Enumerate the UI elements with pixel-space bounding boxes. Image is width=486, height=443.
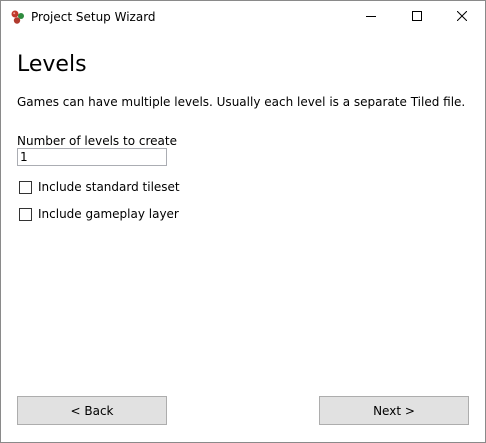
page-description: Games can have multiple levels. Usually … [17,95,466,109]
title-bar[interactable]: Project Setup Wizard [1,1,485,32]
minimize-button[interactable] [348,1,394,32]
include-gameplay-layer-checkbox[interactable] [19,207,32,221]
include-gameplay-layer-label[interactable]: Include gameplay layer [38,206,179,222]
page-title: Levels [17,52,87,77]
back-button[interactable]: < Back [17,396,167,425]
include-gameplay-layer-option[interactable]: Include gameplay layer [19,206,179,222]
include-standard-tileset-option[interactable]: Include standard tileset [19,179,180,195]
close-icon [456,10,468,24]
maximize-icon [412,10,422,24]
wizard-window: Project Setup Wizard Levels Games can ha… [0,0,486,443]
levels-count-input[interactable] [17,148,167,166]
app-icon [10,9,26,25]
maximize-button[interactable] [394,1,440,32]
minimize-icon [366,10,376,24]
window-title: Project Setup Wizard [31,10,156,24]
next-button[interactable]: Next > [319,396,469,425]
include-standard-tileset-label[interactable]: Include standard tileset [38,179,180,195]
include-standard-tileset-checkbox[interactable] [19,180,32,194]
levels-count-label: Number of levels to create [17,134,177,148]
wizard-content: Levels Games can have multiple levels. U… [17,32,485,442]
close-button[interactable] [439,1,485,32]
